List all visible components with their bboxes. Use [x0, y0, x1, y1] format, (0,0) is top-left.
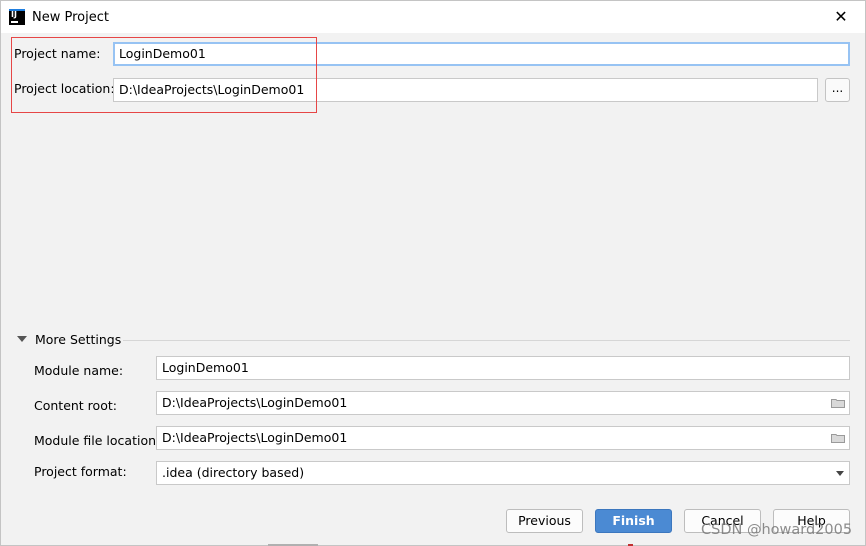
module-file-location-field[interactable]: D:\IdeaProjects\LoginDemo01 [156, 426, 850, 450]
folder-icon[interactable] [831, 433, 845, 443]
intellij-icon: IJ [9, 9, 25, 25]
new-project-dialog: IJ New Project ✕ Project name: LoginDemo… [0, 0, 866, 546]
project-format-label: Project format: [34, 464, 127, 479]
chevron-down-icon[interactable] [17, 336, 27, 342]
module-file-location-label: Module file location: [34, 433, 161, 448]
content-root-label: Content root: [34, 398, 117, 413]
title-bar: IJ New Project ✕ [1, 1, 865, 33]
dialog-title: New Project [32, 10, 109, 25]
watermark: CSDN @howard2005 [701, 522, 853, 538]
browse-button[interactable]: ... [825, 78, 850, 102]
project-format-value: .idea (directory based) [162, 465, 305, 480]
more-settings-toggle[interactable]: More Settings [35, 332, 121, 347]
content-root-value: D:\IdeaProjects\LoginDemo01 [162, 395, 348, 410]
module-file-location-value: D:\IdeaProjects\LoginDemo01 [162, 430, 348, 445]
chevron-down-icon [836, 471, 844, 476]
highlight-box [11, 37, 317, 113]
finish-button[interactable]: Finish [595, 509, 672, 533]
module-name-input[interactable]: LoginDemo01 [156, 356, 850, 380]
module-name-label: Module name: [34, 363, 124, 378]
section-divider [123, 340, 850, 341]
previous-button[interactable]: Previous [506, 509, 583, 533]
project-format-select[interactable]: .idea (directory based) [156, 461, 850, 485]
content-root-field[interactable]: D:\IdeaProjects\LoginDemo01 [156, 391, 850, 415]
folder-icon[interactable] [831, 398, 845, 408]
close-icon[interactable]: ✕ [829, 5, 853, 29]
